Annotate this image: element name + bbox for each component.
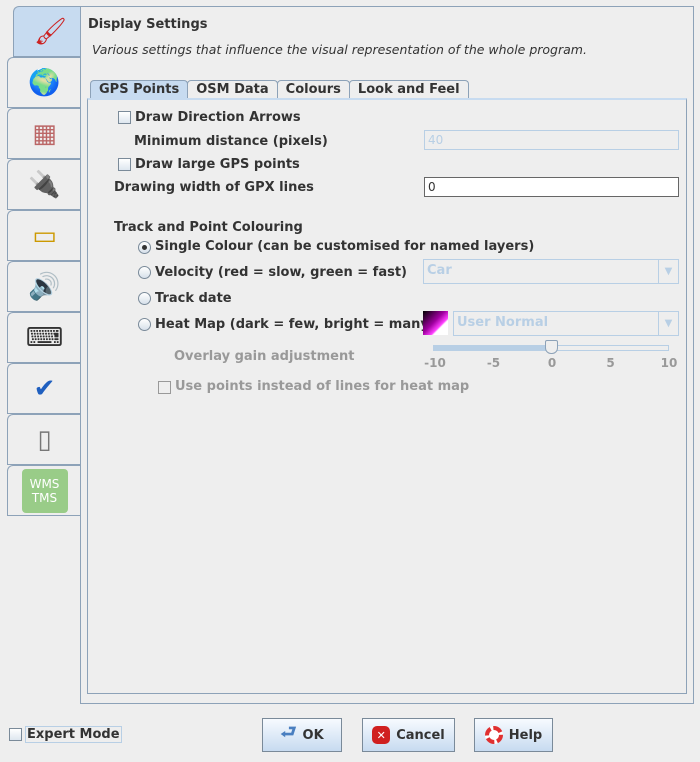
use-points-label: Use points instead of lines for heat map xyxy=(175,379,470,394)
velocity-radio[interactable] xyxy=(138,266,151,279)
checkmark-icon: ✔ xyxy=(33,373,56,404)
use-points-checkbox[interactable] xyxy=(158,381,171,394)
sidebar-item-display-settings[interactable]: 🖌 xyxy=(13,6,87,57)
globe-icon: 🌍 xyxy=(28,67,61,98)
remote-icon: ▯ xyxy=(37,424,52,455)
keyboard-icon: ⌨ xyxy=(25,322,64,353)
tab-gps-points[interactable]: GPS Points xyxy=(90,80,189,99)
toolbar-icon: ▭ xyxy=(32,220,57,251)
draw-direction-arrows-label: Draw Direction Arrows xyxy=(135,110,301,125)
velocity-combo-value: Car xyxy=(427,263,452,278)
cancel-button[interactable]: ✕ Cancel xyxy=(362,718,455,752)
expert-mode-checkbox[interactable] xyxy=(9,728,22,741)
gain-label: Overlay gain adjustment xyxy=(174,349,355,364)
grid-globe-icon: ▦ xyxy=(32,118,57,149)
page-description: Various settings that influence the visu… xyxy=(92,42,587,57)
gain-tick-label: -10 xyxy=(424,356,446,370)
sidebar-item-plugins[interactable]: 🔌 xyxy=(7,159,81,210)
sidebar-item-shortcuts[interactable]: ⌨ xyxy=(7,312,81,363)
cancel-icon: ✕ xyxy=(372,726,391,744)
help-label: Help xyxy=(508,727,543,743)
chevron-down-icon: ▼ xyxy=(658,312,678,335)
wms-tms-icon: WMS TMS xyxy=(21,468,68,513)
ok-label: OK xyxy=(302,727,324,743)
sidebar-item-validator[interactable]: ✔ xyxy=(7,363,81,414)
track-date-radio[interactable] xyxy=(138,292,151,305)
sidebar-item-toolbar[interactable]: ▭ xyxy=(7,210,81,261)
line-width-input[interactable]: 0 xyxy=(424,177,679,197)
heatmap-combo[interactable]: User Normal ▼ xyxy=(453,311,679,336)
help-button[interactable]: Help xyxy=(474,718,553,752)
velocity-combo[interactable]: Car ▼ xyxy=(423,259,679,284)
line-width-label: Drawing width of GPX lines xyxy=(114,180,314,195)
min-distance-label: Minimum distance (pixels) xyxy=(134,134,328,149)
tab-osm-data[interactable]: OSM Data xyxy=(187,80,278,99)
heatmap-label: Heat Map (dark = few, bright = many) xyxy=(155,317,435,332)
draw-large-points-checkbox[interactable] xyxy=(118,158,131,171)
draw-large-points-label: Draw large GPS points xyxy=(135,157,300,172)
single-colour-label: Single Colour (can be customised for nam… xyxy=(155,239,535,254)
sidebar-item-imagery[interactable]: WMS TMS xyxy=(7,465,81,516)
velocity-label: Velocity (red = slow, green = fast) xyxy=(155,265,407,280)
lifebuoy-icon xyxy=(484,726,503,744)
sidebar-item-projection[interactable]: ▦ xyxy=(7,108,81,159)
sidebar-item-connection[interactable]: 🌍 xyxy=(7,57,81,108)
chevron-down-icon: ▼ xyxy=(658,260,678,283)
gain-tick-label: 0 xyxy=(547,356,557,370)
ok-button[interactable]: ⮐ OK xyxy=(262,718,342,752)
tab-look-and-feel[interactable]: Look and Feel xyxy=(348,80,469,99)
colouring-heading: Track and Point Colouring xyxy=(114,220,303,235)
heatmap-combo-value: User Normal xyxy=(457,315,549,330)
gain-tick-label: 5 xyxy=(606,356,615,370)
sidebar-item-audio[interactable]: 🔊 xyxy=(7,261,81,312)
page-title: Display Settings xyxy=(88,17,208,32)
track-date-label: Track date xyxy=(155,291,232,306)
single-colour-radio[interactable] xyxy=(138,241,151,254)
sidebar-item-remote-control[interactable]: ▯ xyxy=(7,414,81,465)
min-distance-input[interactable]: 40 xyxy=(424,130,679,150)
expert-mode-label: Expert Mode xyxy=(25,726,122,743)
cancel-label: Cancel xyxy=(396,727,445,743)
gain-tick-label: -5 xyxy=(486,356,501,370)
gain-tick-label: 10 xyxy=(660,356,678,370)
gain-slider-thumb[interactable] xyxy=(545,340,558,354)
plug-icon: 🔌 xyxy=(28,169,61,200)
return-arrow-icon: ⮐ xyxy=(280,722,297,743)
heatmap-radio[interactable] xyxy=(138,318,151,331)
tab-bar: GPS Points OSM Data Colours Look and Fee… xyxy=(90,80,469,99)
heatmap-preview-icon xyxy=(423,311,448,335)
paint-icon: 🖌 xyxy=(33,16,67,47)
speaker-icon: 🔊 xyxy=(28,271,61,302)
tab-colours[interactable]: Colours xyxy=(276,80,350,99)
draw-direction-arrows-checkbox[interactable] xyxy=(118,111,131,124)
